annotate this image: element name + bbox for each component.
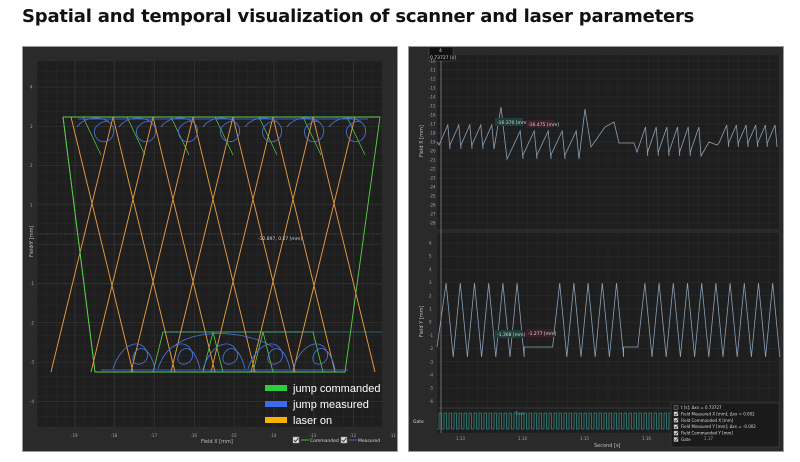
legend-swatch-laser-on — [265, 417, 287, 423]
field-x-tick: -18 — [429, 131, 436, 136]
gate-label: Gate — [413, 419, 424, 425]
x-tick-label: -14 — [270, 433, 277, 438]
field-x-value-2: -16.475 [mm] — [528, 122, 559, 128]
spatial-plot-panel[interactable]: 4 3 2 1 0 -1 -2 -3 -4 -19 -18 -17 -16 -15 -14 -13 -12 -1… — [22, 46, 398, 452]
field-y-tick: -2 — [429, 346, 433, 351]
legend-label-jump-measured: jump measured — [292, 399, 369, 411]
legend-item[interactable]: t [s]; Δxx = 0.73727 — [673, 405, 722, 410]
field-y-tick: -1 — [429, 333, 433, 338]
x-tick-label: -13 — [310, 433, 317, 438]
legend-item[interactable]: Field Measured Y [mm]; Δxx = -0.002 — [673, 424, 756, 429]
time-tick: 1.14 — [518, 436, 527, 441]
time-tick: 1.15 — [580, 436, 589, 441]
y-axis-label: Field Y [mm] — [29, 226, 35, 257]
page-title: Spatial and temporal visualization of sc… — [22, 6, 695, 27]
field-x-tick: -12 — [429, 77, 436, 82]
field-x-value-1: -16.370 [mm] — [497, 120, 528, 126]
field-y-value-2: -1.277 [mm] — [528, 331, 556, 337]
legend-item[interactable]: Field Commanded X [mm] — [673, 418, 734, 423]
temporal-plot-svg[interactable]: 4 0.73727 [s] -10-11-12-13-14-15-16-17-1… — [409, 47, 783, 451]
checkbox-commanded[interactable]: Commanded — [292, 436, 339, 444]
field-y-tick: -5 — [429, 386, 433, 391]
field-x-tick: -14 — [429, 95, 436, 100]
y-tick-label: 2 — [30, 163, 33, 168]
field-x-tick: -27 — [429, 212, 436, 217]
field-x-tick: -11 — [429, 68, 436, 73]
time-axis-label: Second [s] — [594, 443, 621, 449]
legend-item-label: Field Commanded X [mm] — [681, 418, 734, 423]
field-y-axis-label: Field Y [mm] — [419, 306, 425, 337]
x-tick-label: -17 — [151, 433, 158, 438]
field-x-tick: -10 — [429, 59, 436, 64]
legend-swatch-jump-measured — [265, 401, 287, 407]
x-tick-label: -15 — [230, 433, 237, 438]
legend-item-label: Field Commanded Y [mm] — [681, 431, 733, 436]
field-y-value-1: -1.368 [mm] — [497, 332, 525, 338]
field-x-tick: -24 — [429, 185, 436, 190]
legend-item-label: Field Measured X [mm]; Δxx = 0.002 — [681, 411, 755, 416]
x-tick-label: -12 — [350, 433, 357, 438]
field-x-tick: -22 — [429, 167, 436, 172]
y-tick-label: -4 — [30, 399, 34, 404]
field-x-tick: -15 — [429, 104, 436, 109]
legend-label-jump-commanded: jump commanded — [292, 383, 380, 395]
temporal-plot-panel[interactable]: 4 0.73727 [s] -10 -11 -12 -13 -14 -15 -16 -17 -1… — [408, 46, 784, 452]
time-tick: 1.13 — [456, 436, 465, 441]
legend-item-label: Field Measured Y [mm]; Δxx = -0.002 — [681, 424, 756, 429]
x-tick-label: -18 — [111, 433, 118, 438]
x-tick-label: -16 — [190, 433, 197, 438]
x-tick-label: -11 — [389, 433, 396, 438]
legend-item[interactable]: Gate — [673, 437, 691, 442]
checkbox-measured-label: Measured — [358, 438, 380, 444]
field-x-tick: -19 — [429, 140, 436, 145]
gate-value: True — [514, 411, 525, 417]
y-tick-label: -2 — [30, 320, 34, 325]
y-tick-label: 3 — [30, 124, 33, 129]
y-tick-label: -3 — [30, 360, 34, 365]
field-x-axis-label: Field X [mm] — [419, 125, 425, 157]
field-x-tick: -17 — [429, 122, 436, 127]
field-y-tick: -3 — [429, 359, 433, 364]
legend-item-label: Gate — [681, 437, 691, 442]
x-tick-label: -19 — [71, 433, 78, 438]
y-tick-label: -1 — [30, 281, 34, 286]
legend-item[interactable]: Field Commanded Y [mm] — [673, 431, 733, 436]
field-x-tick: -21 — [429, 158, 436, 163]
y-tick-label: 4 — [30, 85, 33, 90]
time-tick: 1.17 — [704, 436, 713, 441]
field-x-tick: -28 — [429, 221, 436, 226]
y-tick-label: 1 — [30, 202, 33, 207]
legend-swatch-jump-commanded — [265, 385, 287, 391]
field-x-tick: -26 — [429, 203, 436, 208]
checkbox-commanded-label: Commanded — [310, 438, 339, 444]
x-axis-label: Field X [mm] — [201, 439, 233, 445]
legend-label-laser-on: laser on — [293, 415, 332, 427]
field-y-tick: -4 — [429, 373, 433, 378]
time-header-top: 4 — [439, 48, 442, 54]
field-x-tick: -20 — [429, 149, 436, 154]
legend-item[interactable]: Field Measured X [mm]; Δxx = 0.002 — [673, 411, 755, 416]
checkbox-measured[interactable]: Measured — [340, 436, 380, 444]
time-tick: 1.16 — [642, 436, 651, 441]
spatial-plot-svg[interactable]: 43210-1-2-3-4 -19 -18 -17 -16 -15 -14 -13 -12 -1… — [23, 47, 397, 451]
legend-item-label: t [s]; Δxx = 0.73727 — [681, 405, 722, 410]
field-y-tick: -6 — [429, 399, 433, 404]
field-x-tick: -25 — [429, 194, 436, 199]
field-x-tick: -13 — [429, 86, 436, 91]
field-x-tick: -23 — [429, 176, 436, 181]
cursor-readout: -12.897, 0.27 [mm] — [258, 236, 302, 242]
field-x-tick: -16 — [429, 113, 436, 118]
